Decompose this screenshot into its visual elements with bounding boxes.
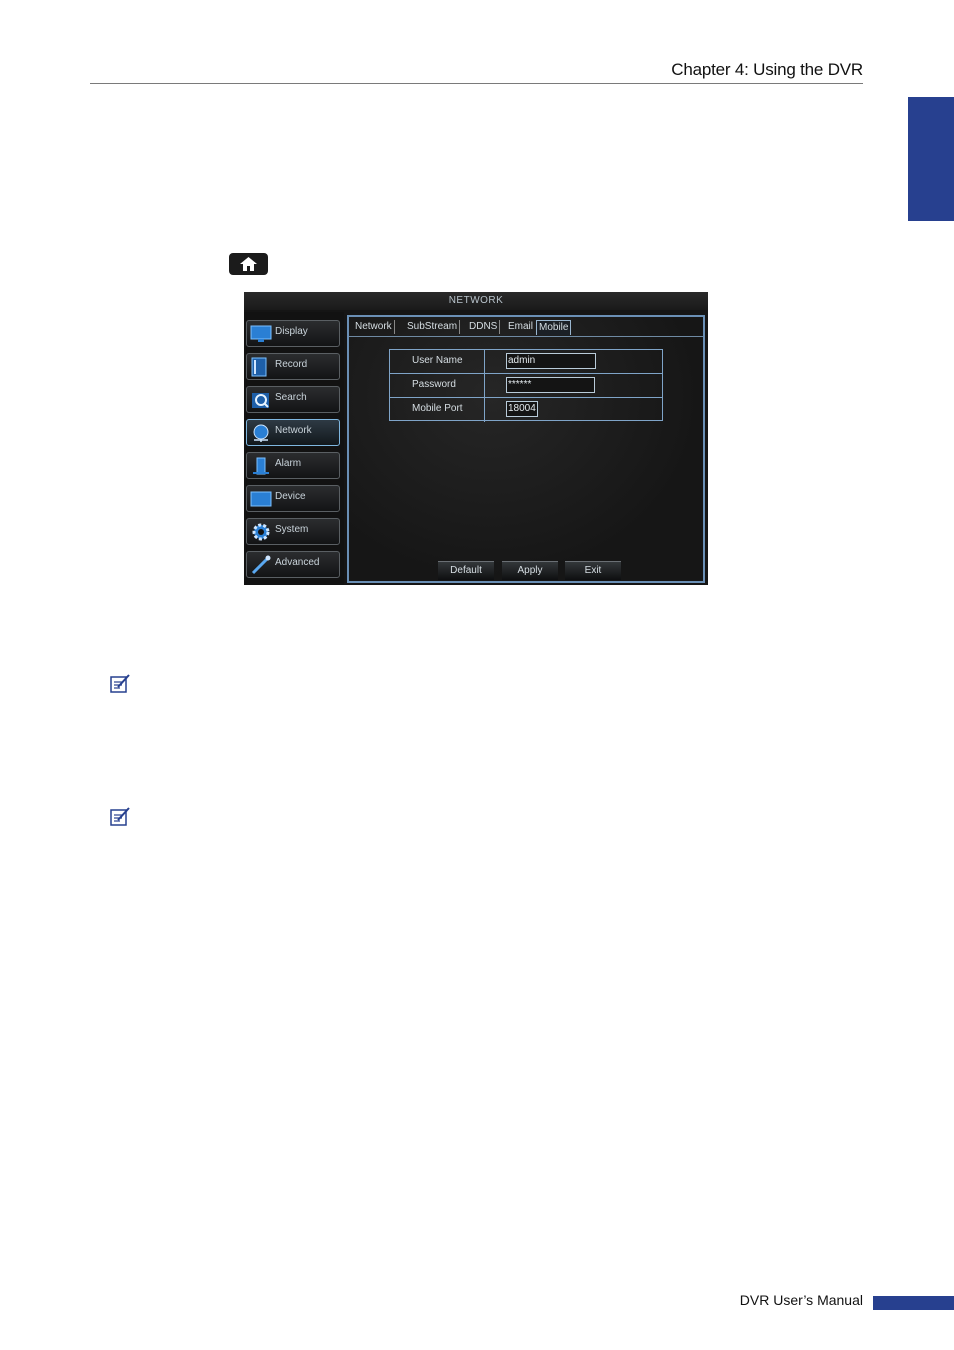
- sidebar-item-label: System: [275, 524, 309, 535]
- chapter-side-tab: [908, 97, 954, 221]
- gear-icon: [252, 523, 270, 541]
- mobile-settings-form: User Name admin Password ****** Mobile P…: [389, 349, 663, 422]
- password-row: Password ******: [390, 374, 662, 398]
- tab-underline: [349, 336, 703, 337]
- note-pad-icon: [110, 807, 130, 826]
- sidebar-item-label: Search: [275, 392, 307, 403]
- sidebar-item-label: Display: [275, 326, 308, 337]
- monitor-icon: [250, 325, 272, 342]
- sidebar-item-label: Alarm: [275, 458, 302, 469]
- tab-email[interactable]: Email: [506, 320, 535, 334]
- sidebar-item-alarm[interactable]: Alarm: [246, 452, 340, 479]
- mobile-port-row: Mobile Port 18004: [390, 398, 662, 422]
- home-icon: [240, 257, 257, 271]
- note-pad-icon: [110, 674, 130, 693]
- chapter-title: Chapter 4: Using the DVR: [671, 60, 863, 79]
- sidebar-item-system[interactable]: System: [246, 518, 340, 545]
- default-button[interactable]: Default: [438, 561, 494, 580]
- tab-network[interactable]: Network: [353, 320, 395, 334]
- sidebar-item-label: Network: [275, 425, 312, 436]
- apply-button[interactable]: Apply: [502, 561, 558, 580]
- user-name-row: User Name admin: [390, 350, 662, 374]
- footer-accent-bar: [873, 1296, 954, 1310]
- manual-title: DVR User’s Manual: [739, 1292, 863, 1308]
- sidebar-item-advanced[interactable]: Advanced: [246, 551, 340, 578]
- sidebar-item-device[interactable]: Device: [246, 485, 340, 512]
- password-input[interactable]: ******: [506, 377, 595, 393]
- sidebar-item-network[interactable]: Network: [246, 419, 340, 446]
- mobile-port-input[interactable]: 18004: [506, 401, 538, 417]
- dvr-settings-panel: Network SubStream DDNS Email Mobile User…: [347, 315, 705, 583]
- wrench-icon: [251, 555, 271, 575]
- user-name-input[interactable]: admin: [506, 353, 596, 369]
- sidebar-item-record[interactable]: Record: [246, 353, 340, 380]
- magnifier-icon: [252, 393, 269, 408]
- mobile-port-label: Mobile Port: [412, 403, 463, 414]
- sidebar-item-label: Advanced: [275, 557, 320, 568]
- sidebar-item-display[interactable]: Display: [246, 320, 340, 347]
- sidebar-item-label: Device: [275, 491, 306, 502]
- alarm-icon: [253, 457, 269, 475]
- globe-icon: [253, 424, 269, 442]
- exit-button[interactable]: Exit: [565, 561, 621, 580]
- header-divider: [90, 83, 863, 84]
- dvr-sidebar: Display Record Search Network Alarm Devi…: [244, 312, 344, 585]
- user-name-label: User Name: [412, 355, 463, 366]
- device-icon: [250, 491, 272, 507]
- film-icon: [251, 357, 267, 377]
- dvr-window-title: NETWORK: [244, 292, 708, 310]
- home-button-icon: [229, 253, 268, 275]
- tab-mobile[interactable]: Mobile: [536, 320, 572, 335]
- password-label: Password: [412, 379, 456, 390]
- tab-ddns[interactable]: DDNS: [467, 320, 501, 334]
- tab-substream[interactable]: SubStream: [405, 320, 461, 334]
- sidebar-item-label: Record: [275, 359, 308, 370]
- sidebar-item-search[interactable]: Search: [246, 386, 340, 413]
- dvr-network-screen: NETWORK Display Record Search Network Al…: [244, 292, 708, 585]
